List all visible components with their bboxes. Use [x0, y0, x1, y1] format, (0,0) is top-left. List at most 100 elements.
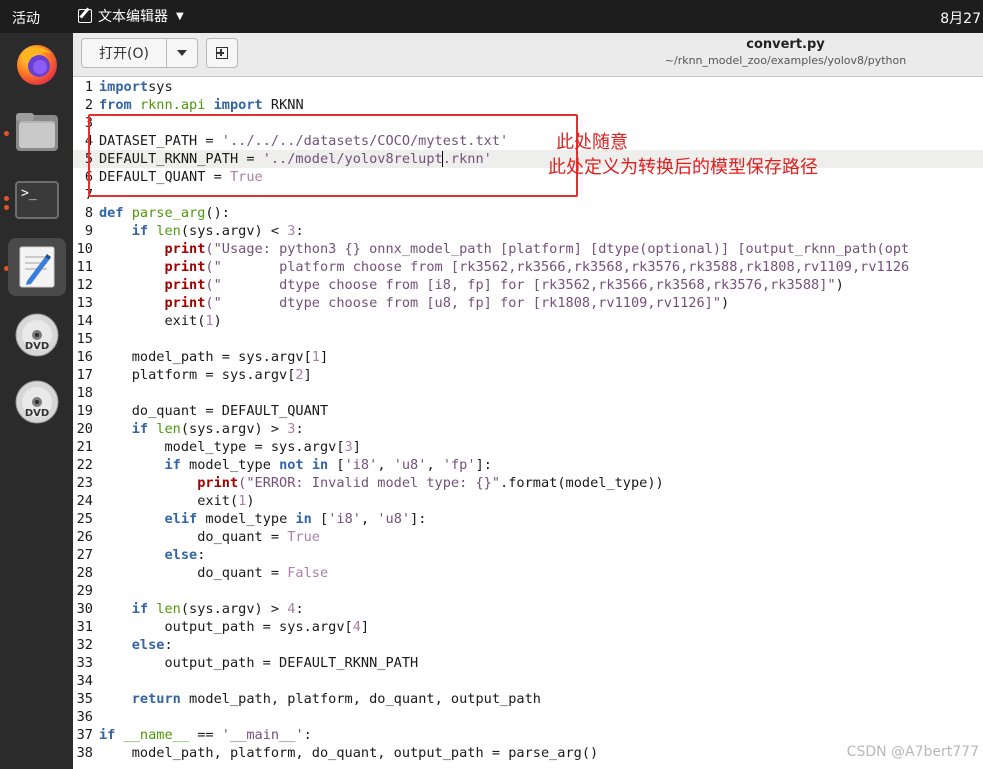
code-token: ] — [352, 439, 361, 455]
code-editor[interactable]: 1 importsys 2 from rknn.api import RKNN 3 4 DA… — [73, 77, 983, 769]
code-text: elif model_type in ['i8', 'u8']: — [99, 510, 426, 528]
code-line[interactable]: 5 DEFAULT_RKNN_PATH = '../model/yolov8rel… — [73, 150, 983, 168]
activities-button[interactable]: 活动 — [12, 8, 40, 28]
code-line[interactable]: 26 do_quant = True — [73, 528, 983, 546]
top-bar: 活动 文本编辑器 ▼ 8月27 — [0, 0, 983, 33]
code-line[interactable]: 34 — [73, 672, 983, 690]
code-line[interactable]: 12 print(" dtype choose from [i8, fp] fo… — [73, 276, 983, 294]
code-line[interactable]: 6 DEFAULT_QUANT = True — [73, 168, 983, 186]
code-line[interactable]: 30 if len(sys.argv) > 4: — [73, 600, 983, 618]
line-number: 33 — [76, 655, 93, 671]
dock-terminal[interactable]: >_ — [8, 171, 66, 229]
line-number: 28 — [76, 565, 93, 581]
code-line[interactable]: 19 do_quant = DEFAULT_QUANT — [73, 402, 983, 420]
code-line[interactable]: 13 print(" dtype choose from [u8, fp] fo… — [73, 294, 983, 312]
code-line[interactable]: 24 exit(1) — [73, 492, 983, 510]
code-token: model_path = sys.argv[ — [99, 349, 312, 365]
window-title: convert.py ~/rknn_model_zoo/examples/yol… — [633, 37, 938, 67]
annotation-note: 此处定义为转换后的模型保存路径 — [548, 157, 818, 178]
code-line[interactable]: 4 DATASET_PATH = '../../../datasets/COCO/… — [73, 132, 983, 150]
dock-files[interactable] — [8, 103, 66, 161]
app-menu[interactable]: 文本编辑器 ▼ — [78, 6, 184, 26]
code-line[interactable]: 33 output_path = DEFAULT_RKNN_PATH — [73, 654, 983, 672]
code-token: : — [303, 727, 312, 743]
code-line[interactable]: 28 do_quant = False — [73, 564, 983, 582]
caret-down-icon: ▼ — [176, 10, 184, 22]
line-number: 6 — [84, 169, 93, 185]
code-line[interactable]: 18 — [73, 384, 983, 402]
code-token: '../../../datasets/COCO/mytest.txt' — [221, 133, 509, 149]
code-text: exit(1) — [99, 492, 254, 510]
code-line[interactable]: 8 def parse_arg(): — [73, 204, 983, 222]
code-line[interactable]: 23 print("ERROR: Invalid model type: {}"… — [73, 474, 983, 492]
dock-dvd-2[interactable]: DVD — [8, 373, 66, 431]
code-line[interactable]: 15 — [73, 330, 983, 348]
code-line[interactable]: 22 if model_type not in ['i8', 'u8', 'fp… — [73, 456, 983, 474]
code-token: ] — [303, 367, 312, 383]
code-line[interactable]: 3 — [73, 114, 983, 132]
line-number: 3 — [84, 115, 93, 131]
line-number: 12 — [76, 277, 93, 293]
dock-dvd-1[interactable]: DVD — [8, 306, 66, 364]
dock-text-editor[interactable] — [8, 238, 66, 296]
code-line[interactable]: 27 else: — [73, 546, 983, 564]
code-line[interactable]: 21 model_type = sys.argv[3] — [73, 438, 983, 456]
code-token: ] — [319, 349, 329, 365]
code-line[interactable]: 14 exit(1) — [73, 312, 983, 330]
code-line[interactable]: 31 output_path = sys.argv[4] — [73, 618, 983, 636]
code-token: DEFAULT_QUANT = — [99, 169, 230, 185]
new-document-button[interactable] — [206, 38, 238, 68]
code-line[interactable]: 25 elif model_type in ['i8', 'u8']: — [73, 510, 983, 528]
code-token: model_path, platform, do_quant, output_p… — [180, 691, 541, 707]
line-number: 9 — [84, 223, 93, 239]
code-token: , — [426, 457, 443, 473]
code-token: DEFAULT_RKNN_PATH = — [99, 151, 263, 167]
code-line[interactable]: 7 — [73, 186, 983, 204]
code-token: model_path, platform, do_quant, output_p… — [99, 745, 599, 761]
terminal-icon: >_ — [15, 181, 59, 219]
code-token: model_type — [180, 457, 280, 473]
code-line[interactable]: 32 else: — [73, 636, 983, 654]
code-token: RKNN — [262, 97, 304, 113]
code-line[interactable]: 35 return model_path, platform, do_quant… — [73, 690, 983, 708]
code-line[interactable]: 36 — [73, 708, 983, 726]
code-line[interactable]: 16 model_path = sys.argv[1] — [73, 348, 983, 366]
code-text: importsys — [99, 78, 173, 96]
code-token: import — [99, 79, 149, 95]
line-number: 16 — [76, 349, 93, 365]
code-line[interactable]: 11 print(" platform choose from [rk3562,… — [73, 258, 983, 276]
code-token: .rknn' — [442, 151, 492, 167]
dock-firefox[interactable] — [8, 35, 66, 93]
code-line[interactable]: 20 if len(sys.argv) > 3: — [73, 420, 983, 438]
dvd-icon: DVD — [15, 313, 59, 357]
code-token: 'u8' — [393, 457, 427, 473]
code-text: def parse_arg(): — [99, 204, 230, 222]
line-number: 27 — [76, 547, 93, 563]
clock[interactable]: 8月27 — [940, 8, 981, 28]
code-token: (" platform choose from [rk3562,rk3566,r… — [205, 259, 910, 275]
code-token: 2 — [295, 367, 304, 383]
line-number: 22 — [76, 457, 93, 473]
code-token: ("ERROR: Invalid model type: {}" — [238, 475, 501, 491]
file-name: convert.py — [746, 37, 825, 52]
open-dropdown-button[interactable] — [167, 38, 198, 68]
code-line[interactable]: 17 platform = sys.argv[2] — [73, 366, 983, 384]
code-text: if len(sys.argv) > 4: — [99, 600, 304, 618]
code-line[interactable]: 1 importsys — [73, 78, 983, 96]
dvd-icon: DVD — [15, 380, 59, 424]
open-button[interactable]: 打开(O) — [81, 38, 167, 68]
code-token: else — [131, 637, 165, 653]
code-line[interactable]: 37 if __name__ == '__main__': — [73, 726, 983, 744]
code-line[interactable]: 29 — [73, 582, 983, 600]
code-line[interactable]: 10 print("Usage: python3 {} onnx_model_p… — [73, 240, 983, 258]
code-line[interactable]: 9 if len(sys.argv) < 3: — [73, 222, 983, 240]
code-line[interactable]: 2 from rknn.api import RKNN — [73, 96, 983, 114]
code-text: return model_path, platform, do_quant, o… — [99, 690, 541, 708]
line-number: 24 — [76, 493, 93, 509]
